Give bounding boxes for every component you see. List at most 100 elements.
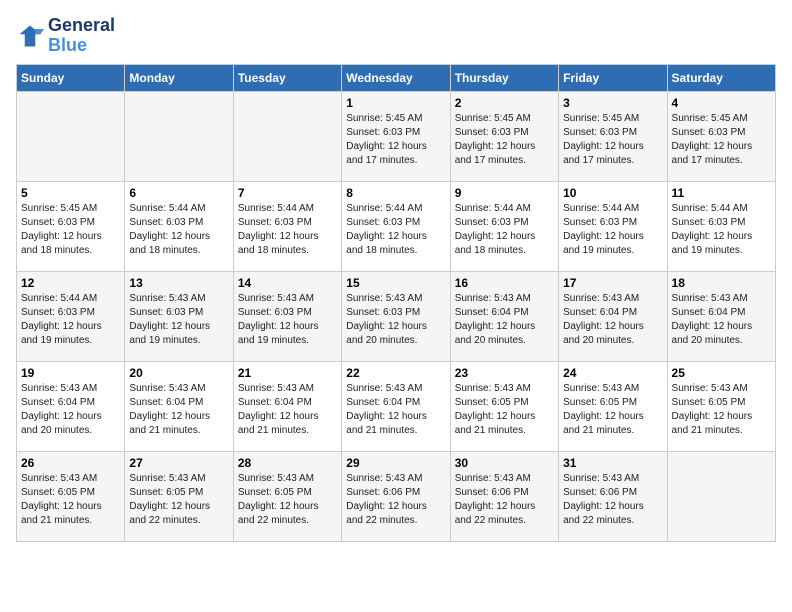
day-number: 30 (455, 456, 554, 470)
calendar-cell: 9 Sunrise: 5:44 AM Sunset: 6:03 PM Daylig… (450, 181, 558, 271)
day-info: Sunrise: 5:43 AM Sunset: 6:04 PM Dayligh… (129, 382, 228, 438)
day-of-week-header: Thursday (450, 64, 558, 91)
day-number: 8 (346, 186, 445, 200)
calendar-cell: 17 Sunrise: 5:43 AM Sunset: 6:04 PM Dayli… (559, 271, 667, 361)
day-number: 2 (455, 96, 554, 110)
calendar-cell: 23 Sunrise: 5:43 AM Sunset: 6:05 PM Dayli… (450, 361, 558, 451)
calendar-cell: 10 Sunrise: 5:44 AM Sunset: 6:03 PM Dayli… (559, 181, 667, 271)
day-of-week-header: Monday (125, 64, 233, 91)
day-number: 18 (672, 276, 771, 290)
calendar-table: SundayMondayTuesdayWednesdayThursdayFrid… (16, 64, 776, 542)
day-of-week-header: Saturday (667, 64, 775, 91)
calendar-cell (125, 91, 233, 181)
day-number: 16 (455, 276, 554, 290)
calendar-cell (17, 91, 125, 181)
calendar-cell: 20Sunrise: 5:43 AM Sunset: 6:04 PM Dayli… (125, 361, 233, 451)
day-number: 10 (563, 186, 662, 200)
calendar-cell: 15 Sunrise: 5:43 AM Sunset: 6:03 PM Dayli… (342, 271, 450, 361)
calendar-cell: 16Sunrise: 5:43 AM Sunset: 6:04 PM Dayli… (450, 271, 558, 361)
day-info: Sunrise: 5:43 AM Sunset: 6:03 PM Dayligh… (129, 292, 228, 348)
calendar-cell: 24 Sunrise: 5:43 AM Sunset: 6:05 PM Dayli… (559, 361, 667, 451)
day-of-week-header: Tuesday (233, 64, 341, 91)
day-info: Sunrise: 5:44 AM Sunset: 6:03 PM Dayligh… (129, 202, 228, 258)
day-info: Sunrise: 5:43 AM Sunset: 6:03 PM Dayligh… (346, 292, 445, 348)
calendar-cell: 4 Sunrise: 5:45 AM Sunset: 6:03 PM Daylig… (667, 91, 775, 181)
day-info: Sunrise: 5:43 AM Sunset: 6:05 PM Dayligh… (672, 382, 771, 438)
calendar-cell: 18 Sunrise: 5:43 AM Sunset: 6:04 PM Dayli… (667, 271, 775, 361)
day-info: Sunrise: 5:43 AM Sunset: 6:04 PM Dayligh… (563, 292, 662, 348)
calendar-week-row: 19 Sunrise: 5:43 AM Sunset: 6:04 PM Dayli… (17, 361, 776, 451)
day-info: Sunrise: 5:43 AM Sunset: 6:06 PM Dayligh… (346, 472, 445, 528)
day-of-week-header: Friday (559, 64, 667, 91)
day-info: Sunrise: 5:43 AM Sunset: 6:06 PM Dayligh… (563, 472, 662, 528)
day-info: Sunrise: 5:43 AM Sunset: 6:05 PM Dayligh… (21, 472, 120, 528)
day-number: 21 (238, 366, 337, 380)
day-info: Sunrise: 5:43 AM Sunset: 6:04 PM Dayligh… (21, 382, 120, 438)
calendar-cell (667, 451, 775, 541)
day-info: Sunrise: 5:44 AM Sunset: 6:03 PM Dayligh… (455, 202, 554, 258)
calendar-cell: 28 Sunrise: 5:43 AM Sunset: 6:05 PM Dayli… (233, 451, 341, 541)
day-of-week-header: Sunday (17, 64, 125, 91)
day-number: 28 (238, 456, 337, 470)
day-number: 22 (346, 366, 445, 380)
day-info: Sunrise: 5:43 AM Sunset: 6:06 PM Dayligh… (455, 472, 554, 528)
calendar-week-row: 1 Sunrise: 5:45 AM Sunset: 6:03 PM Daylig… (17, 91, 776, 181)
day-number: 14 (238, 276, 337, 290)
logo: General Blue (16, 16, 115, 56)
day-info: Sunrise: 5:45 AM Sunset: 6:03 PM Dayligh… (672, 112, 771, 168)
day-info: Sunrise: 5:45 AM Sunset: 6:03 PM Dayligh… (563, 112, 662, 168)
day-number: 9 (455, 186, 554, 200)
day-info: Sunrise: 5:43 AM Sunset: 6:05 PM Dayligh… (129, 472, 228, 528)
day-info: Sunrise: 5:43 AM Sunset: 6:05 PM Dayligh… (238, 472, 337, 528)
calendar-cell: 7 Sunrise: 5:44 AM Sunset: 6:03 PM Daylig… (233, 181, 341, 271)
calendar-cell: 25Sunrise: 5:43 AM Sunset: 6:05 PM Dayli… (667, 361, 775, 451)
calendar-cell: 11 Sunrise: 5:44 AM Sunset: 6:03 PM Dayli… (667, 181, 775, 271)
calendar-cell: 22 Sunrise: 5:43 AM Sunset: 6:04 PM Dayli… (342, 361, 450, 451)
day-info: Sunrise: 5:45 AM Sunset: 6:03 PM Dayligh… (455, 112, 554, 168)
day-info: Sunrise: 5:45 AM Sunset: 6:03 PM Dayligh… (346, 112, 445, 168)
calendar-cell: 12 Sunrise: 5:44 AM Sunset: 6:03 PM Dayli… (17, 271, 125, 361)
day-info: Sunrise: 5:43 AM Sunset: 6:05 PM Dayligh… (563, 382, 662, 438)
day-info: Sunrise: 5:44 AM Sunset: 6:03 PM Dayligh… (346, 202, 445, 258)
page-header: General Blue (16, 16, 776, 56)
day-number: 24 (563, 366, 662, 380)
day-info: Sunrise: 5:44 AM Sunset: 6:03 PM Dayligh… (21, 292, 120, 348)
day-number: 27 (129, 456, 228, 470)
calendar-cell: 26Sunrise: 5:43 AM Sunset: 6:05 PM Dayli… (17, 451, 125, 541)
day-number: 11 (672, 186, 771, 200)
day-number: 3 (563, 96, 662, 110)
day-number: 17 (563, 276, 662, 290)
day-number: 7 (238, 186, 337, 200)
day-info: Sunrise: 5:43 AM Sunset: 6:04 PM Dayligh… (346, 382, 445, 438)
day-number: 29 (346, 456, 445, 470)
calendar-cell: 13 Sunrise: 5:43 AM Sunset: 6:03 PM Dayli… (125, 271, 233, 361)
calendar-week-row: 5Sunrise: 5:45 AM Sunset: 6:03 PM Daylig… (17, 181, 776, 271)
day-number: 13 (129, 276, 228, 290)
calendar-cell: 19 Sunrise: 5:43 AM Sunset: 6:04 PM Dayli… (17, 361, 125, 451)
day-info: Sunrise: 5:44 AM Sunset: 6:03 PM Dayligh… (672, 202, 771, 258)
calendar-cell: 2 Sunrise: 5:45 AM Sunset: 6:03 PM Daylig… (450, 91, 558, 181)
calendar-cell: 30 Sunrise: 5:43 AM Sunset: 6:06 PM Dayli… (450, 451, 558, 541)
calendar-cell: 31Sunrise: 5:43 AM Sunset: 6:06 PM Dayli… (559, 451, 667, 541)
day-info: Sunrise: 5:43 AM Sunset: 6:03 PM Dayligh… (238, 292, 337, 348)
calendar-cell: 27 Sunrise: 5:43 AM Sunset: 6:05 PM Dayli… (125, 451, 233, 541)
calendar-cell: 3 Sunrise: 5:45 AM Sunset: 6:03 PM Daylig… (559, 91, 667, 181)
logo-icon (16, 22, 44, 50)
calendar-week-row: 26Sunrise: 5:43 AM Sunset: 6:05 PM Dayli… (17, 451, 776, 541)
calendar-week-row: 12 Sunrise: 5:44 AM Sunset: 6:03 PM Dayli… (17, 271, 776, 361)
day-number: 23 (455, 366, 554, 380)
day-info: Sunrise: 5:43 AM Sunset: 6:04 PM Dayligh… (672, 292, 771, 348)
day-number: 4 (672, 96, 771, 110)
calendar-cell (233, 91, 341, 181)
logo-text: General Blue (48, 16, 115, 56)
day-number: 19 (21, 366, 120, 380)
day-number: 12 (21, 276, 120, 290)
calendar-cell: 6Sunrise: 5:44 AM Sunset: 6:03 PM Daylig… (125, 181, 233, 271)
calendar-cell: 21Sunrise: 5:43 AM Sunset: 6:04 PM Dayli… (233, 361, 341, 451)
day-info: Sunrise: 5:44 AM Sunset: 6:03 PM Dayligh… (563, 202, 662, 258)
day-number: 15 (346, 276, 445, 290)
day-info: Sunrise: 5:43 AM Sunset: 6:05 PM Dayligh… (455, 382, 554, 438)
day-number: 1 (346, 96, 445, 110)
day-info: Sunrise: 5:44 AM Sunset: 6:03 PM Dayligh… (238, 202, 337, 258)
calendar-cell: 14 Sunrise: 5:43 AM Sunset: 6:03 PM Dayli… (233, 271, 341, 361)
